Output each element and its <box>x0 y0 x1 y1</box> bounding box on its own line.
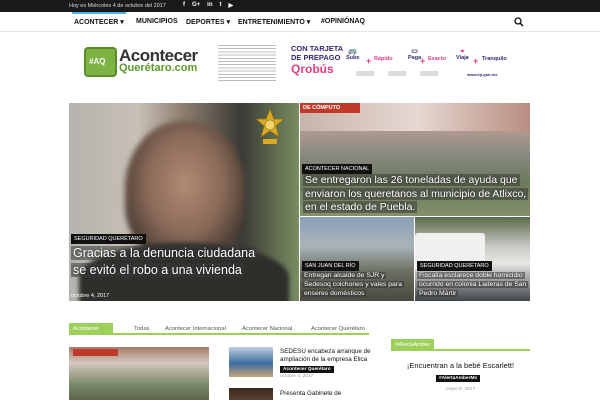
nav-item-label: ENTRETENIMIENTO <box>238 19 305 26</box>
nav-item-municipios[interactable]: MUNICIPIOS <box>136 18 178 25</box>
tab-acontecer[interactable]: Acontecer <box>69 323 114 335</box>
featured-top-right-card[interactable]: DE CÓMPUTO ACONTECER NACIONAL Se entrega… <box>300 103 530 216</box>
news-item-tag[interactable]: Acontecer Querétaro <box>280 366 334 373</box>
category-tag[interactable]: SAN JUAN DEL RÍO <box>302 261 359 271</box>
featured-bottom-left-title[interactable]: Entregan alcalde de SJR y Sedesoq colcho… <box>302 271 412 298</box>
chevron-down-icon: ▾ <box>226 19 230 26</box>
logo-badge-text: #AQ <box>89 57 106 66</box>
nav-item-opinion[interactable]: #OPINIÓNAQ <box>321 18 365 25</box>
ad-brand: Qrobús <box>291 62 334 76</box>
tab-acontecer-nacional[interactable]: Acontecer Nacional <box>242 323 292 335</box>
ad-feature-label: Viaja <box>456 55 469 61</box>
youtube-icon[interactable]: ▶ <box>229 2 234 9</box>
plus-icon: + <box>473 56 479 66</box>
featured-top-right-title[interactable]: Se entregaron las 26 toneladas de ayuda … <box>303 174 529 215</box>
nav-item-acontecer[interactable]: ACONTECER ▾ <box>72 12 126 26</box>
card-icon: ▭ <box>411 48 418 55</box>
main-nav: ACONTECER ▾ MUNICIPIOS DEPORTES ▾ ENTRET… <box>0 12 600 32</box>
title-text: Se entregaron las 26 toneladas de ayuda … <box>303 174 529 213</box>
sponsor-logo <box>356 71 374 76</box>
text-block-placeholder <box>218 45 276 81</box>
featured-main-card[interactable]: SEGURIDAD QUERÉTARO Gracias a la denunci… <box>69 103 299 301</box>
chevron-down-icon: ▾ <box>120 19 124 26</box>
nav-item-label: DEPORTES <box>186 19 225 26</box>
featured-bottom-right-card[interactable]: SEGURIDAD QUERÉTARO Fiscalía esclarece d… <box>415 217 530 301</box>
bus-icon: 🚌 <box>348 48 358 55</box>
location-pin-icon: ⌖ <box>460 48 465 55</box>
sidebar-news-date: mayo 8, 2017 <box>445 387 476 392</box>
ad-line-2: DE PREPAGO <box>291 53 341 62</box>
title-text: Gracias a la denuncia ciudadana se evitó… <box>71 246 258 277</box>
top-bar: Hoy es Miércoles 4 de octubre del 2017 f… <box>0 0 600 12</box>
category-tag[interactable]: SEGURIDAD QUERÉTARO <box>71 234 146 244</box>
tab-acontecer-internacional[interactable]: Acontecer Internacional <box>165 323 226 335</box>
google-plus-icon[interactable]: G+ <box>192 2 200 9</box>
sponsor-logo <box>420 71 438 76</box>
nav-item-entretenimiento[interactable]: ENTRETENIMIENTO ▾ <box>238 18 310 26</box>
title-text: Entregan alcalde de SJR y Sedesoq colcho… <box>302 272 404 297</box>
featured-bottom-right-title[interactable]: Fiscalía esclarece doble homicidio ocurr… <box>417 271 529 298</box>
chevron-down-icon: ▾ <box>306 19 311 26</box>
ad-feature-accent: Exacto <box>428 56 447 62</box>
ad-sponsor-logos <box>356 71 438 76</box>
ad-feature-viaja: ⌖ Viaja <box>456 48 469 62</box>
nav-item-deportes[interactable]: DEPORTES ▾ <box>186 18 230 26</box>
ad-feature-label: Sube <box>346 55 360 61</box>
sidebar-news-title[interactable]: ¡Encuentran a la bebé Escarlett! <box>391 361 530 370</box>
plus-icon: + <box>366 56 372 66</box>
news-thumbnail[interactable] <box>229 347 273 377</box>
featured-main-date: octubre 4, 2017 <box>71 293 110 299</box>
current-date: Hoy es Miércoles 4 de octubre del 2017 <box>69 3 166 9</box>
police-badge-icon <box>255 108 285 144</box>
category-tag[interactable]: ACONTECER NACIONAL <box>302 164 373 174</box>
featured-bottom-left-card[interactable]: SAN JUAN DEL RÍO Entregan alcalde de SJR… <box>300 217 414 301</box>
sidebar-heading: #AlertaAmber <box>391 339 530 351</box>
logo-subtitle[interactable]: Querétaro.com <box>119 62 197 74</box>
sign-image <box>73 349 118 356</box>
news-item-date: octubre 4, 2017 <box>280 374 314 379</box>
nav-item-label: ACONTECER <box>74 19 119 26</box>
tab-todas[interactable]: Todas <box>134 323 149 335</box>
news-item-title[interactable]: Presenta Gabinete de <box>280 390 376 398</box>
facebook-icon[interactable]: f <box>183 2 185 9</box>
linkedin-icon[interactable]: in <box>207 2 212 9</box>
qrobus-banner-ad[interactable]: CON TARJETA DE PREPAGO Qrobús 🚌 Sube + R… <box>288 44 532 80</box>
tab-acontecer-queretaro[interactable]: Acontecer Querétaro <box>311 323 365 335</box>
social-links: f G+ in t ▶ <box>183 2 233 9</box>
twitter-icon[interactable]: t <box>220 2 222 9</box>
ad-feature-accent: Rápido <box>374 56 393 62</box>
ad-line-1: CON TARJETA <box>291 44 344 53</box>
news-lead-image[interactable] <box>69 347 209 400</box>
sign-image: DE CÓMPUTO <box>300 103 360 113</box>
search-icon[interactable] <box>514 17 524 27</box>
plus-icon: + <box>420 56 426 66</box>
ad-feature-sube: 🚌 Sube <box>346 48 359 62</box>
sponsor-logo <box>388 71 406 76</box>
news-item-title[interactable]: SEDESU encabeza arranque de ampliación d… <box>280 348 376 364</box>
header-fine-print <box>218 45 276 81</box>
site-logo-badge[interactable]: #AQ <box>84 47 117 77</box>
news-thumbnail[interactable] <box>229 388 273 400</box>
sidebar-heading-label[interactable]: #AlertaAmber <box>391 339 435 351</box>
ad-feature-accent: Tranquilo <box>482 56 507 62</box>
category-tag[interactable]: SEGURIDAD QUERÉTARO <box>417 261 492 271</box>
category-tabs: Acontecer Todas Acontecer Internacional … <box>69 323 369 335</box>
title-text: Fiscalía esclarece doble homicidio ocurr… <box>417 272 529 297</box>
ad-url: www.iqt.gob.mx <box>467 72 498 77</box>
sidebar-news-tag[interactable]: #AlertaAmberMx <box>436 375 481 382</box>
featured-main-title[interactable]: Gracias a la denuncia ciudadana se evitó… <box>71 245 261 279</box>
